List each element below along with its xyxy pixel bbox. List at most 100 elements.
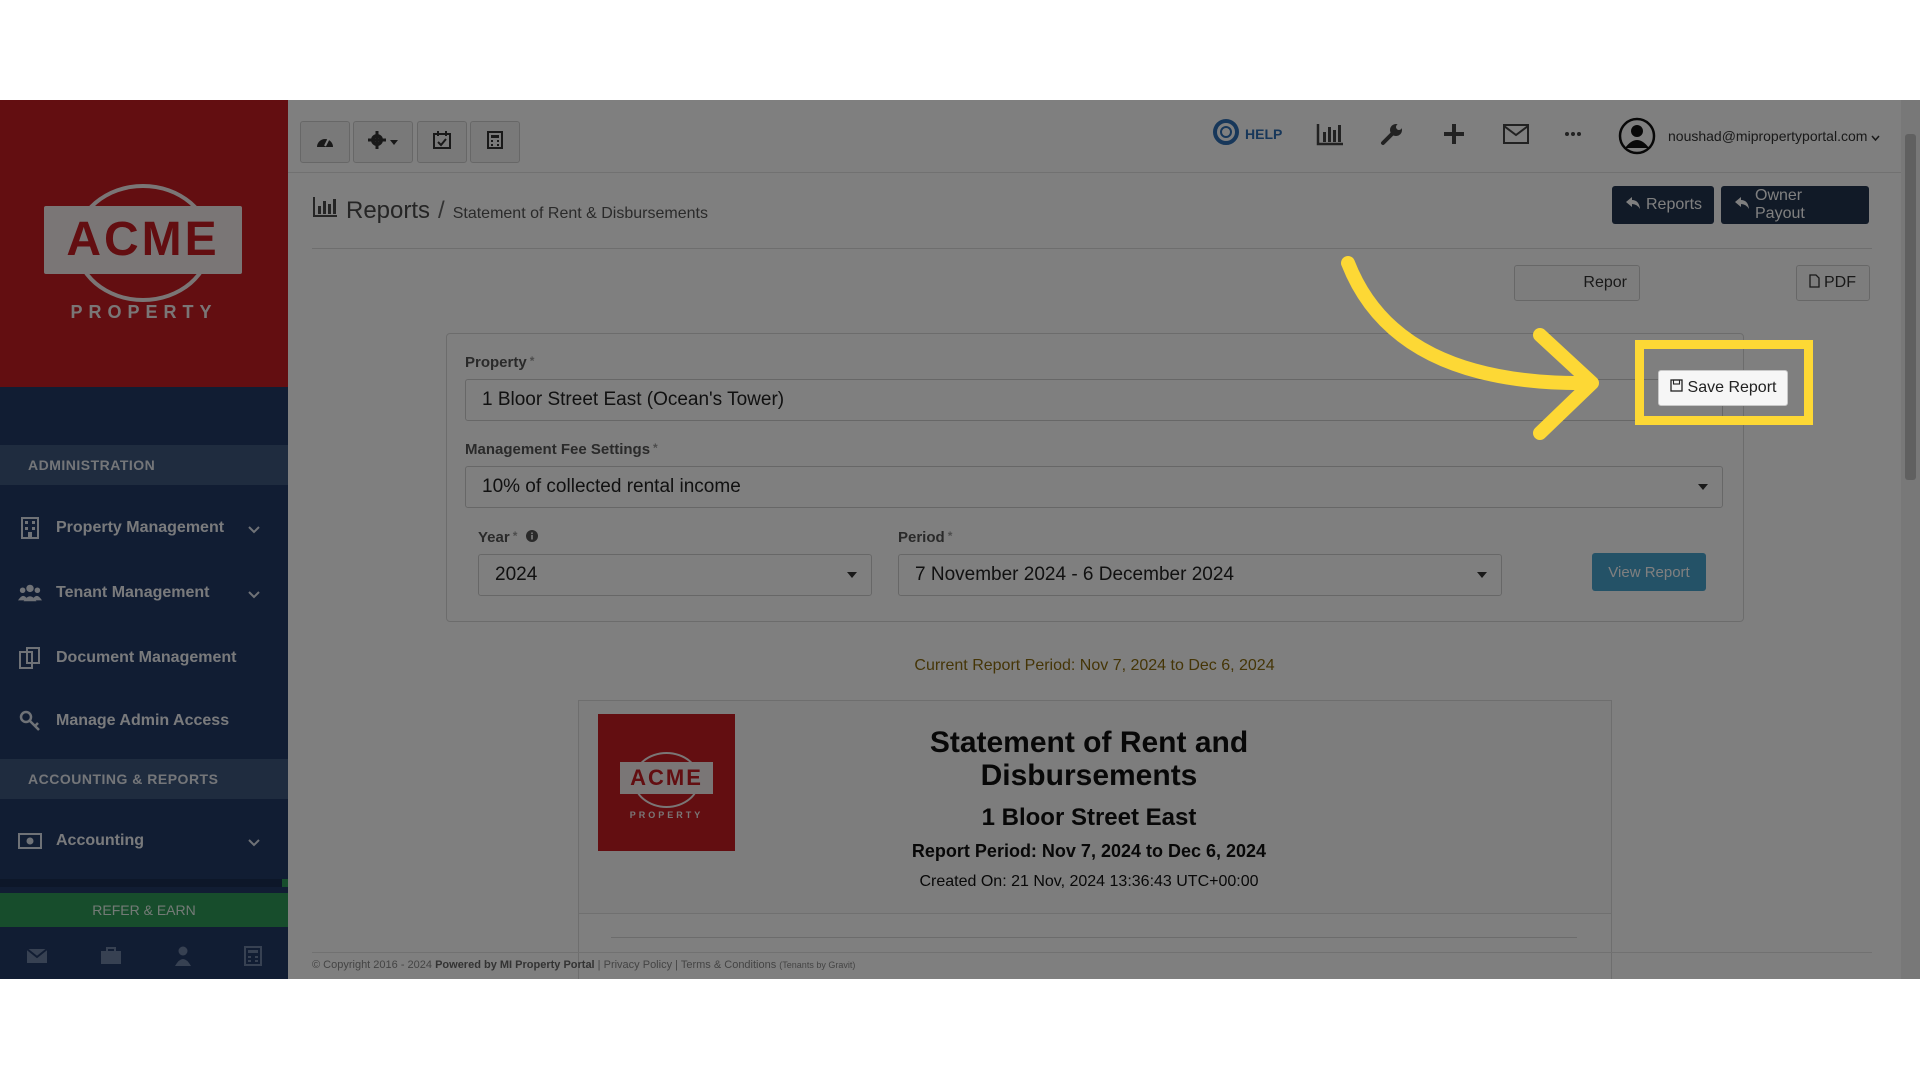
chevron-down-icon (248, 521, 260, 539)
report-header: ACME PROPERTY Statement of Rent and Disb… (579, 701, 1611, 914)
building-icon (18, 517, 42, 539)
avatar[interactable] (1618, 117, 1656, 155)
privacy-policy-link[interactable]: Privacy Policy (604, 959, 672, 971)
sidebar-item-label: Manage Admin Access (56, 712, 230, 729)
logo-text: ACME (66, 213, 220, 266)
scrollbar-thumb[interactable] (1905, 134, 1916, 480)
caret-down-icon (847, 572, 857, 578)
help-link[interactable]: HELP (1213, 116, 1282, 152)
reply-icon (1626, 196, 1640, 214)
footer-copyright: © Copyright 2016 - 2024 (312, 959, 433, 971)
footer-tenants: (Tenants by Gravit) (779, 960, 856, 970)
sidebar-item-label: Property Management (56, 519, 225, 536)
sidebar-item-tenant-management[interactable]: Tenant Management (0, 566, 288, 620)
sidebar-scroll-bar (0, 879, 288, 887)
report-period: Report Period: Nov 7, 2024 to Dec 6, 202… (911, 841, 1267, 861)
calendar-button[interactable] (417, 121, 467, 163)
current-report-period: Current Report Period: Nov 7, 2024 to De… (914, 657, 1275, 674)
pdf-label: PDF (1824, 274, 1856, 291)
pointer-arrow (1341, 256, 1599, 440)
divider (312, 248, 1872, 249)
wrench-icon[interactable] (1380, 116, 1404, 152)
report-logo: ACME PROPERTY (598, 714, 735, 851)
sidebar-item-accounting[interactable]: Accounting (0, 814, 288, 868)
sidebar-item-property-management[interactable]: Property Management (0, 501, 288, 555)
breadcrumb: Reports / Statement of Rent & Disburseme… (312, 196, 708, 225)
users-icon (18, 582, 42, 604)
lifebuoy-icon (1213, 118, 1239, 150)
section-administration: ADMINISTRATION (0, 445, 288, 485)
user-icon[interactable] (174, 946, 192, 971)
sidebar-item-document-management[interactable]: Document Management (0, 631, 288, 685)
money-icon (18, 830, 42, 852)
brand-logo[interactable]: ACME PROPERTY (0, 100, 288, 387)
envelope-icon[interactable] (26, 947, 48, 969)
save-report-label: Save Report (1687, 379, 1777, 396)
pdf-button[interactable]: PDF (1796, 265, 1870, 301)
report-preview: ACME PROPERTY Statement of Rent and Disb… (578, 700, 1612, 979)
briefcase-icon[interactable] (100, 946, 122, 970)
reports-chart-icon[interactable] (1316, 116, 1344, 152)
section-accounting-reports: ACCOUNTING & REPORTS (0, 759, 288, 799)
management-fee-value: 10% of collected rental income (482, 476, 741, 497)
calculator-button[interactable] (470, 121, 520, 163)
report-created-on: Created On: 21 Nov, 2024 13:36:43 UTC+00… (919, 873, 1259, 890)
period-value: 7 November 2024 - 6 December 2024 (915, 564, 1234, 585)
breadcrumb-separator: / (438, 197, 445, 224)
footer-powered-by[interactable]: Powered by MI Property Portal (435, 959, 595, 971)
save-icon (1669, 379, 1683, 397)
management-fee-select[interactable]: 10% of collected rental income (465, 466, 1723, 508)
sidebar-item-manage-admin-access[interactable]: Manage Admin Access (0, 694, 288, 748)
key-icon (18, 710, 42, 732)
footer: © Copyright 2016 - 2024 Powered by MI Pr… (312, 952, 1872, 971)
year-select[interactable]: 2024 (478, 554, 872, 596)
calculator-icon (487, 130, 503, 154)
period-label: Period * (898, 529, 953, 546)
main-content: HELP noushad@mipropertyportal.com Report… (288, 100, 1901, 979)
caret-down-icon (390, 133, 398, 151)
settings-dropdown-button[interactable] (353, 121, 413, 163)
caret-down-icon (1477, 572, 1487, 578)
chevron-down-icon (248, 834, 260, 852)
sidebar-bottom-icons (0, 940, 288, 976)
owner-payout-button[interactable]: Owner Payout (1721, 186, 1869, 224)
user-email: noushad@mipropertyportal.com (1668, 128, 1868, 144)
year-value: 2024 (495, 564, 538, 585)
chevron-down-icon (248, 586, 260, 604)
calculator-icon[interactable] (244, 945, 262, 971)
chevron-down-icon (1871, 128, 1880, 144)
sidebar-item-label: Accounting (56, 832, 144, 849)
report-table-border (611, 937, 1577, 938)
terms-link[interactable]: Terms & Conditions (681, 959, 776, 971)
page-title: Statement of Rent & Disbursements (452, 205, 708, 222)
top-toolbar: HELP noushad@mipropertyportal.com (288, 100, 1901, 173)
documents-icon (18, 647, 42, 669)
page-scrollbar[interactable] (1901, 100, 1920, 979)
caret-down-icon (1698, 484, 1708, 490)
breadcrumb-reports-link[interactable]: Reports (346, 197, 430, 225)
logo-subtext: PROPERTY (70, 302, 218, 322)
refer-earn-button[interactable]: REFER & EARN (0, 893, 288, 927)
view-report-button[interactable]: View Report (1592, 553, 1706, 591)
owner-payout-label: Owner Payout (1755, 187, 1805, 222)
sidebar: ACME PROPERTY ADMINISTRATION Property Ma… (0, 100, 288, 979)
reply-icon (1735, 196, 1749, 214)
gear-icon (368, 130, 386, 154)
save-report-button[interactable]: Save Report (1658, 370, 1788, 406)
info-icon[interactable] (525, 529, 538, 546)
year-label: Year * (478, 529, 538, 546)
mail-icon[interactable] (1503, 116, 1529, 152)
reports-back-button[interactable]: Reports (1612, 186, 1714, 224)
sidebar-item-label: Tenant Management (56, 584, 210, 601)
app-window: ACME PROPERTY ADMINISTRATION Property Ma… (0, 100, 1920, 979)
more-icon[interactable] (1564, 116, 1582, 152)
bar-chart-icon (312, 196, 338, 223)
dashboard-icon (315, 132, 335, 153)
help-label: HELP (1245, 126, 1283, 142)
file-icon (1809, 273, 1820, 293)
period-select[interactable]: 7 November 2024 - 6 December 2024 (898, 554, 1502, 596)
property-label: Property * (465, 354, 535, 371)
add-icon[interactable] (1444, 116, 1464, 152)
dashboard-button[interactable] (300, 121, 350, 163)
user-menu[interactable]: noushad@mipropertyportal.com (1668, 128, 1880, 144)
